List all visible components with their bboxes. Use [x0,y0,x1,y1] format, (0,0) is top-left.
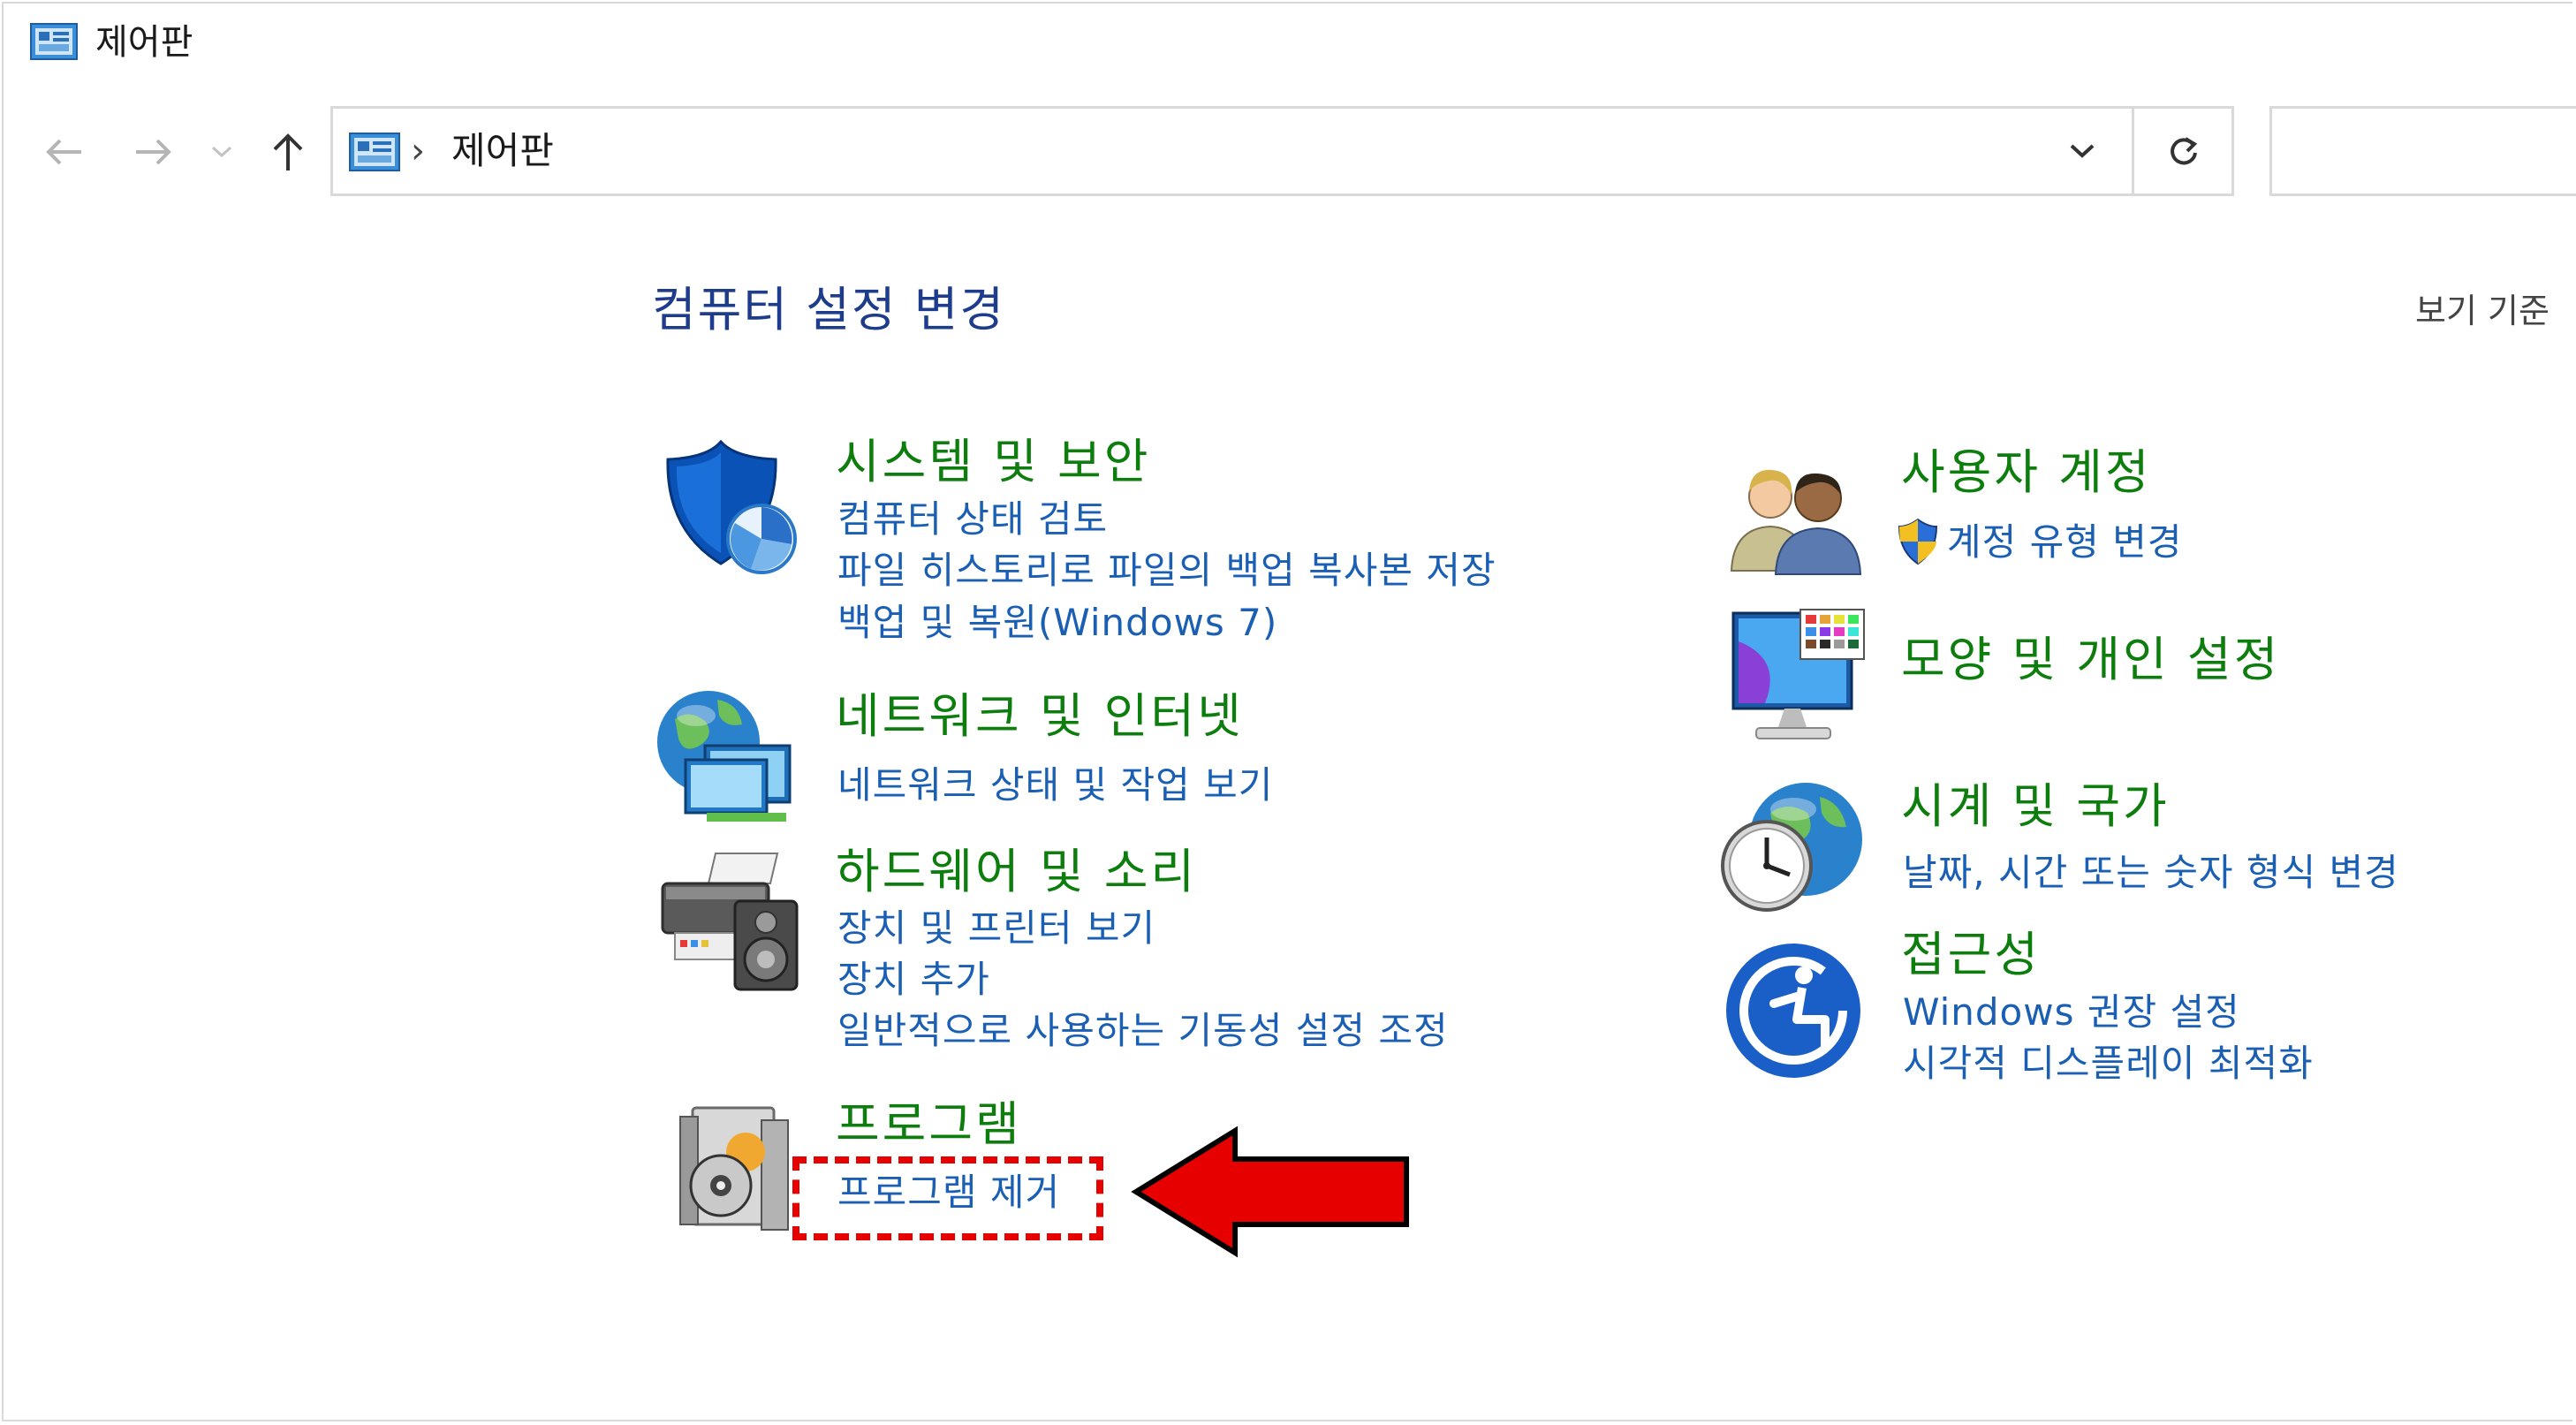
address-divider [2132,109,2134,193]
programs-icon[interactable] [677,1099,792,1233]
printer-speaker-icon[interactable] [654,848,804,997]
appearance-icon[interactable] [1730,606,1868,746]
address-dropdown-button[interactable] [2056,126,2109,176]
control-panel-icon [30,23,78,60]
link-optimize-visual-display[interactable]: 시각적 디스플레이 최적화 [1903,1039,2314,1088]
category-clock-region[interactable]: 시계 및 국가 [1901,777,2170,836]
category-user-accounts[interactable]: 사용자 계정 [1901,443,2152,502]
link-network-status[interactable]: 네트워크 상태 및 작업 보기 [837,761,1273,810]
arrow-up-icon [273,133,303,171]
search-input[interactable] [2269,106,2576,196]
address-bar[interactable]: › 제어판 [330,106,2234,196]
category-network-internet[interactable]: 네트워크 및 인터넷 [836,687,1244,746]
accessibility-icon[interactable] [1723,940,1864,1081]
link-windows-recommended-settings[interactable]: Windows 권장 설정 [1903,988,2240,1037]
chevron-down-icon [211,146,232,158]
users-icon[interactable] [1724,456,1866,576]
title-bar: 제어판 [4,4,2572,81]
page-title: 컴퓨터 설정 변경 [652,282,1006,337]
category-hardware-sound[interactable]: 하드웨어 및 소리 [836,843,1197,901]
link-backup-restore[interactable]: 백업 및 복원(Windows 7) [837,598,1277,648]
link-review-computer-status[interactable]: 컴퓨터 상태 검토 [837,495,1108,544]
arrow-left-icon [46,139,81,165]
back-button[interactable] [37,125,90,178]
shield-icon[interactable] [659,440,800,580]
network-globe-icon[interactable] [654,684,806,825]
category-accessibility[interactable]: 접근성 [1901,926,2041,984]
chevron-down-icon [2070,144,2095,158]
highlight-box [792,1156,1103,1240]
link-mobility-settings[interactable]: 일반적으로 사용하는 기동성 설정 조정 [837,1006,1449,1056]
up-button[interactable] [261,125,314,178]
breadcrumb-location[interactable]: 제어판 [451,126,554,176]
breadcrumb-separator: › [411,131,425,171]
forward-button[interactable] [127,125,180,178]
recent-locations-button[interactable] [200,125,244,178]
window-title: 제어판 [95,22,193,63]
link-add-device[interactable]: 장치 추가 [837,955,990,1004]
link-file-history-backup[interactable]: 파일 히스토리로 파일의 백업 복사본 저장 [837,546,1496,595]
refresh-icon [2171,137,2198,165]
clock-globe-icon[interactable] [1717,777,1866,917]
refresh-button[interactable] [2144,125,2224,178]
category-system-security[interactable]: 시스템 및 보안 [836,433,1150,491]
control-panel-window: 제어판 › 제어판 컴퓨터 설정 변경 보기 기준 시스템 및 보안 컴퓨터 상… [2,2,2576,1421]
arrow-right-icon [136,139,171,165]
control-panel-icon [349,133,400,171]
red-arrow-icon [1131,1126,1409,1258]
view-by-label[interactable]: 보기 기준 [2415,286,2549,336]
category-appearance[interactable]: 모양 및 개인 설정 [1901,631,2280,689]
link-devices-printers[interactable]: 장치 및 프린터 보기 [837,904,1155,953]
link-date-time-format[interactable]: 날짜, 시간 또는 숫자 형식 변경 [1903,848,2399,898]
category-programs[interactable]: 프로그램 [836,1095,1022,1154]
link-change-account-type[interactable]: 계정 유형 변경 [1947,518,2183,567]
uac-shield-icon [1898,518,1938,565]
